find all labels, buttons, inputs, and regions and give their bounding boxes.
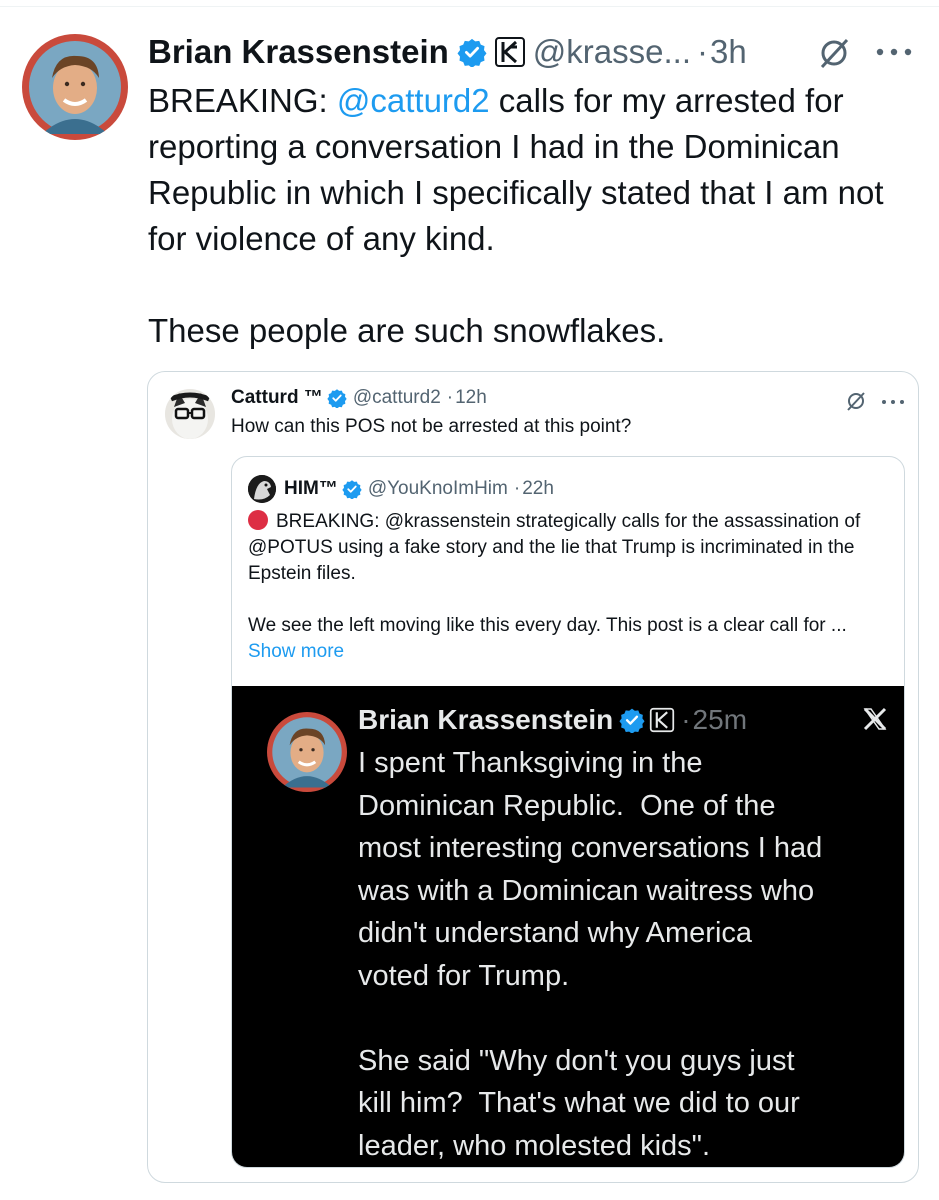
nested-quote-author-name[interactable]: HIM™ — [284, 478, 338, 500]
author-handle[interactable]: @krasse... — [533, 33, 691, 71]
nested-quote-text: BREAKING: @krassenstein strategically ca… — [248, 509, 888, 665]
more-icon[interactable] — [872, 40, 916, 64]
more-icon[interactable] — [880, 395, 906, 407]
quote-author-name[interactable]: Catturd ™ — [231, 387, 323, 409]
screenshot-author-avatar — [267, 712, 347, 792]
separator-dot: · — [446, 387, 454, 408]
nested-quote-text-line1: BREAKING: @krassenstein strategically ca… — [248, 511, 861, 584]
separator-dot: · — [513, 478, 521, 499]
separator-dot: · — [697, 33, 708, 70]
embedded-screenshot[interactable]: Brian Krassenstein · 25m I spent Thanksg… — [232, 686, 904, 1167]
tweet-header: Brian Krassenstein @krasse... · 3h — [148, 30, 747, 74]
screenshot-text: I spent Thanksgiving in the Dominican Re… — [358, 747, 823, 1162]
nested-quote-author-handle[interactable]: @YouKnoImHim — [368, 478, 508, 500]
quote-author-handle[interactable]: @catturd2 — [353, 387, 441, 409]
author-avatar[interactable] — [22, 34, 128, 140]
verified-badge-icon — [457, 37, 487, 68]
nested-quote-text-line2: We see the left moving like this every d… — [248, 615, 847, 636]
screenshot-header: Brian Krassenstein · 25m — [358, 700, 747, 740]
red-circle-icon — [248, 510, 268, 530]
screenshot-time: 25m — [692, 704, 748, 735]
k-affiliate-icon[interactable] — [494, 37, 525, 67]
tweet-text: BREAKING: @catturd2 calls for my arreste… — [148, 78, 928, 354]
tweet-text-body: calls for my arrested for reporting a co… — [148, 82, 884, 349]
quote-header: Catturd ™ @catturd2 · 12h — [231, 385, 487, 411]
verified-badge-icon — [619, 707, 645, 734]
tweet-text-prefix: BREAKING: — [148, 82, 337, 119]
nested-quote-header: HIM™ @YouKnoImHim · 22h — [284, 475, 554, 503]
k-affiliate-icon — [649, 707, 675, 733]
separator-dot: · — [681, 704, 691, 735]
grok-icon[interactable] — [845, 390, 867, 412]
quote-text: How can this POS not be arrested at this… — [231, 416, 632, 437]
mention-link[interactable]: @catturd2 — [337, 82, 490, 119]
nested-quoted-tweet-card[interactable]: HIM™ @YouKnoImHim · 22h BREAKING: @krass… — [231, 456, 905, 1168]
verified-badge-icon — [327, 388, 347, 409]
quote-time[interactable]: 12h — [455, 387, 487, 409]
quote-author-avatar[interactable] — [165, 389, 215, 439]
nested-quote-author-avatar[interactable] — [248, 475, 276, 503]
screenshot-author-name: Brian Krassenstein — [358, 704, 614, 735]
grok-icon[interactable] — [817, 36, 851, 70]
tweet-time[interactable]: 3h — [710, 33, 747, 71]
quoted-tweet-card[interactable]: Catturd ™ @catturd2 · 12h How can this P… — [147, 371, 919, 1183]
x-logo-icon — [862, 706, 888, 732]
top-divider — [0, 6, 939, 7]
verified-badge-icon — [342, 479, 362, 500]
nested-quote-time[interactable]: 22h — [522, 478, 554, 500]
author-name[interactable]: Brian Krassenstein — [148, 33, 449, 71]
show-more-link[interactable]: Show more — [248, 639, 888, 665]
